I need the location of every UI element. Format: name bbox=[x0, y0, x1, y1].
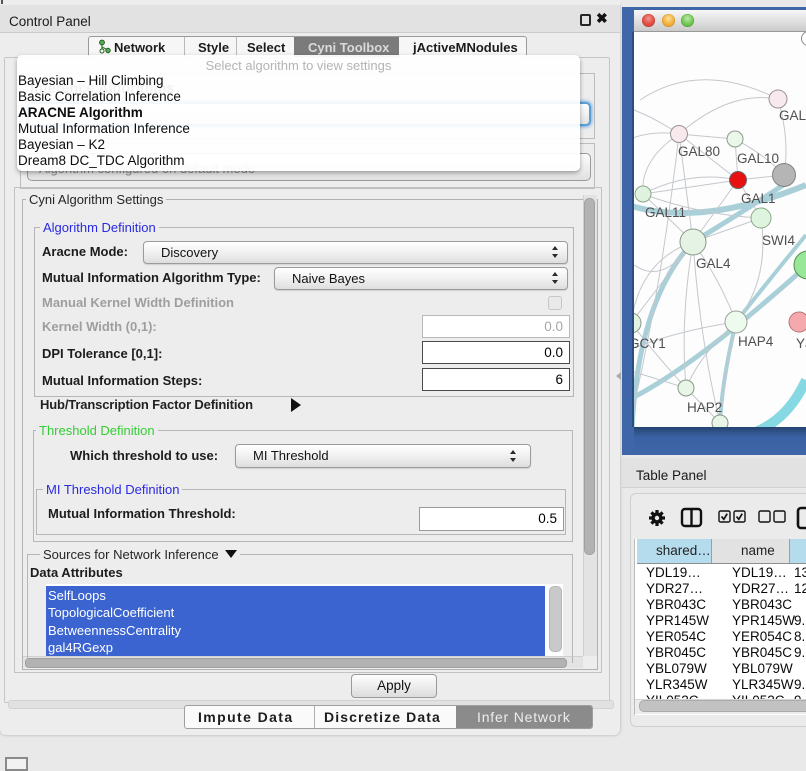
svg-text:GAL2: GAL2 bbox=[779, 108, 806, 123]
svg-text:YJ: YJ bbox=[796, 336, 806, 351]
svg-text:SWI4: SWI4 bbox=[762, 233, 795, 248]
svg-text:GAL10: GAL10 bbox=[737, 151, 779, 166]
svg-text:GAL4: GAL4 bbox=[696, 256, 731, 271]
svg-text:HAP2: HAP2 bbox=[687, 400, 722, 415]
svg-text:GAL1: GAL1 bbox=[741, 191, 776, 206]
svg-text:GCY1: GCY1 bbox=[634, 336, 666, 351]
svg-text:GAL11: GAL11 bbox=[645, 205, 686, 220]
svg-text:HAP4: HAP4 bbox=[738, 334, 774, 349]
svg-text:GAL80: GAL80 bbox=[678, 144, 720, 159]
